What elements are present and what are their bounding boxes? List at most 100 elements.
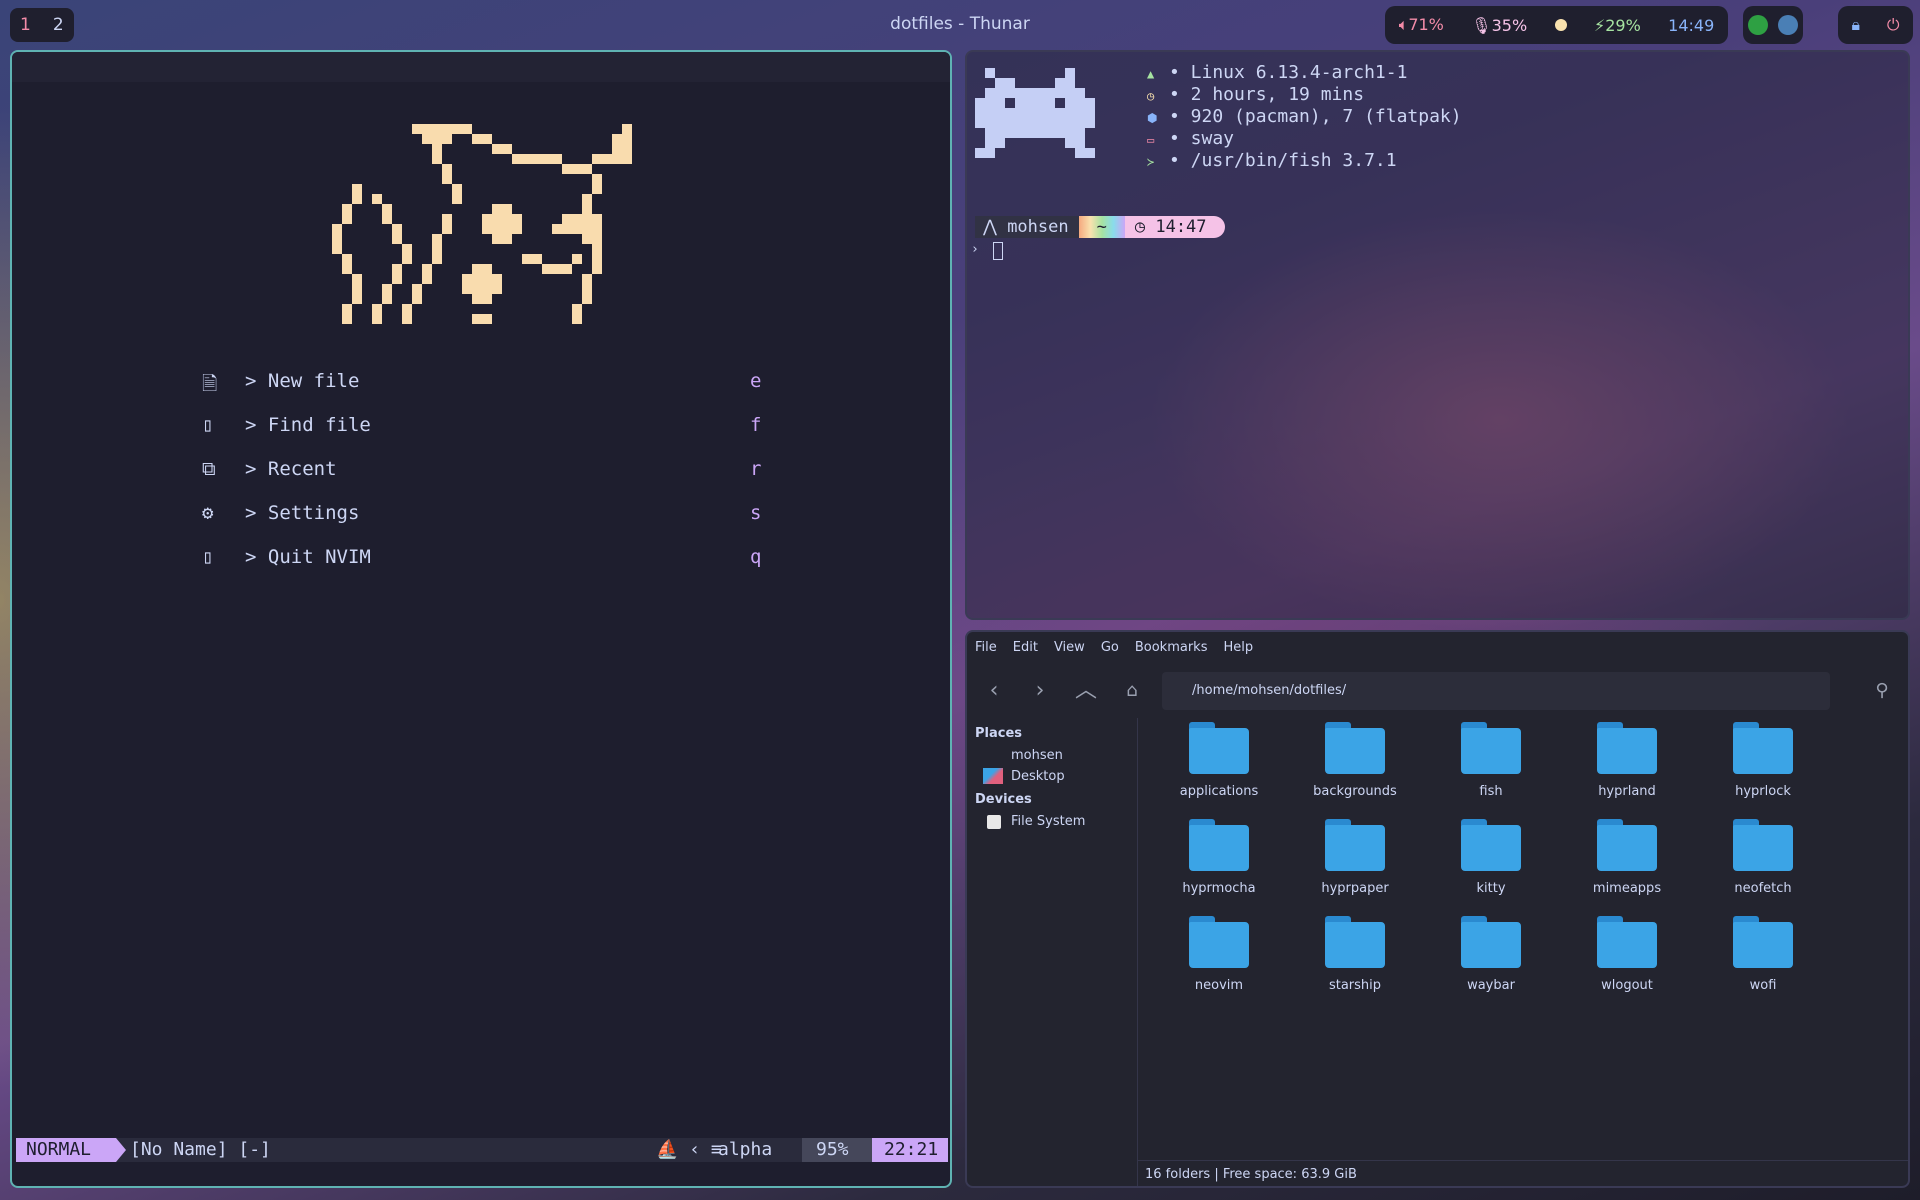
location-bar[interactable]: /home/mohsen/dotfiles/ [1162, 672, 1830, 710]
menu-edit[interactable]: Edit [1013, 640, 1038, 655]
menu-view[interactable]: View [1054, 640, 1085, 655]
folder-item[interactable]: applications [1154, 722, 1284, 814]
folder-grid: applications backgrounds fish hyprland hyprl… [1137, 718, 1908, 1138]
desktop-icon [983, 768, 1003, 784]
menu-label: > Recent [245, 458, 337, 480]
folder-label: applications [1179, 784, 1259, 799]
prompt-directory: ~ [1078, 216, 1125, 238]
folder-icon [1461, 722, 1521, 774]
menu-new-file[interactable]: 🗎 > New file e [202, 370, 802, 400]
folder-item[interactable]: wofi [1698, 916, 1828, 1008]
folder-icon [1461, 819, 1521, 871]
package-icon: ⬢ [1147, 111, 1158, 125]
mic-module[interactable]: 🎙︎35% [1471, 16, 1527, 35]
folder-item[interactable]: neovim [1154, 916, 1284, 1008]
folder-label: hyprland [1598, 784, 1656, 799]
menu-go[interactable]: Go [1101, 640, 1119, 655]
status-bar: 16 folders | Free space: 63.9 GiB [1137, 1160, 1908, 1186]
place-desktop[interactable]: Desktop [1011, 769, 1065, 784]
folder-label: hyprlock [1735, 784, 1791, 799]
arch-icon: ⋀ [983, 217, 1008, 237]
menu-shortcut: e [750, 370, 762, 392]
menu-settings[interactable]: ⚙ > Settings s [202, 502, 802, 532]
back-icon[interactable]: ‹ [979, 676, 1009, 706]
buffer-name: [No Name] [-] [130, 1139, 271, 1160]
folder-item[interactable]: hyprlock [1698, 722, 1828, 814]
workspace-2[interactable]: 2 [49, 15, 68, 35]
menu-shortcut: s [750, 502, 762, 524]
folder-item[interactable]: starship [1290, 916, 1420, 1008]
menu-label: > New file [245, 370, 360, 392]
folder-label: wofi [1749, 978, 1777, 993]
menu-label: > Find file [245, 414, 371, 436]
recent-icon: ⧉ [202, 458, 216, 480]
folder-item[interactable]: fish [1426, 722, 1556, 814]
side-pane: Places mohsen Desktop Devices File Syste… [967, 718, 1138, 1186]
file-icon: 🗎 [202, 373, 218, 395]
volume-module[interactable]: 🔈︎71% [1399, 15, 1444, 35]
scroll-percent: 95% [802, 1138, 872, 1162]
folder-icon [1325, 819, 1385, 871]
menu-bookmarks[interactable]: Bookmarks [1135, 640, 1208, 655]
folder-label: hyprmocha [1182, 881, 1256, 896]
folder-icon [1733, 722, 1793, 774]
folder-item[interactable]: waybar [1426, 916, 1556, 1008]
menu-file[interactable]: File [975, 640, 997, 655]
folder-item[interactable]: mimeapps [1562, 819, 1692, 911]
folder-label: kitty [1476, 881, 1506, 896]
folder-item[interactable]: neofetch [1698, 819, 1828, 911]
system-tray [1743, 6, 1803, 44]
terminal-window[interactable]: ▲ • Linux 6.13.4-arch1-1 ◷ • 2 hours, 19 m… [965, 50, 1910, 620]
home-icon[interactable]: ⌂ [1117, 676, 1147, 706]
tray-app-icon[interactable] [1748, 15, 1768, 35]
folder-item[interactable]: backgrounds [1290, 722, 1420, 814]
folder-item[interactable]: hyprpaper [1290, 819, 1420, 911]
clock[interactable]: 14:49 [1668, 16, 1714, 35]
folder-label: starship [1328, 978, 1382, 993]
folder-icon [1325, 722, 1385, 774]
menu-find-file[interactable]: ▯ > Find file f [202, 414, 802, 444]
brightness-icon[interactable] [1554, 19, 1567, 31]
fetch-text: • 920 (pacman), 7 (flatpak) [1169, 106, 1462, 127]
prompt-user: ⋀ mohsen [975, 216, 1079, 238]
menu-help[interactable]: Help [1223, 640, 1253, 655]
search-icon: ▯ [202, 414, 214, 436]
folder-item[interactable]: wlogout [1562, 916, 1692, 1008]
battery-module[interactable]: ⚡︎29% [1594, 16, 1641, 35]
folder-label: backgrounds [1313, 784, 1397, 799]
folder-icon [1461, 916, 1521, 968]
fetch-line-uptime: ◷ • 2 hours, 19 mins [1147, 84, 1364, 105]
folder-icon [1733, 916, 1793, 968]
forward-icon[interactable]: › [1025, 676, 1055, 706]
workspace-1[interactable]: 1 [16, 15, 35, 35]
quit-icon: ▯ [202, 546, 214, 568]
menu-label: > Settings [245, 502, 360, 524]
thunar-window[interactable]: File Edit View Go Bookmarks Help ‹ › ︿ ⌂… [965, 630, 1910, 1188]
prompt-arrow-icon: › [971, 242, 979, 257]
place-home[interactable]: mohsen [1011, 748, 1063, 763]
fetch-line-wm: ▭ • sway [1147, 128, 1234, 149]
workspace-switcher: 1 2 [10, 8, 74, 42]
folder-item[interactable]: kitty [1426, 819, 1556, 911]
lock-icon[interactable]: 🔒︎ [1851, 15, 1860, 35]
power-icon[interactable]: ⏻ [1887, 15, 1900, 35]
speaker-icon: 🔈︎ [1398, 15, 1409, 34]
menu-bar: File Edit View Go Bookmarks Help [967, 632, 1908, 662]
tray-network-icon[interactable] [1778, 15, 1798, 35]
folder-icon [1189, 916, 1249, 968]
folder-item[interactable]: hyprland [1562, 722, 1692, 814]
search-icon[interactable]: ⚲ [1867, 676, 1897, 706]
neovim-window[interactable]: 🗎 > New file e ▯ > Find file f ⧉ > Recen… [10, 50, 952, 1188]
menu-recent[interactable]: ⧉ > Recent r [202, 458, 802, 488]
folder-icon [1597, 819, 1657, 871]
folder-item[interactable]: hyprmocha [1154, 819, 1284, 911]
filetype: alpha [718, 1139, 773, 1160]
clock-icon: ◷ [1134, 217, 1156, 237]
folder-icon [1189, 819, 1249, 871]
folder-icon [1189, 722, 1249, 774]
device-filesystem[interactable]: File System [1011, 814, 1085, 829]
arch-icon: ▲ [1147, 67, 1155, 81]
menu-quit[interactable]: ▯ > Quit NVIM q [202, 546, 802, 576]
up-icon[interactable]: ︿ [1071, 676, 1101, 706]
gear-icon: ⚙ [202, 502, 214, 524]
